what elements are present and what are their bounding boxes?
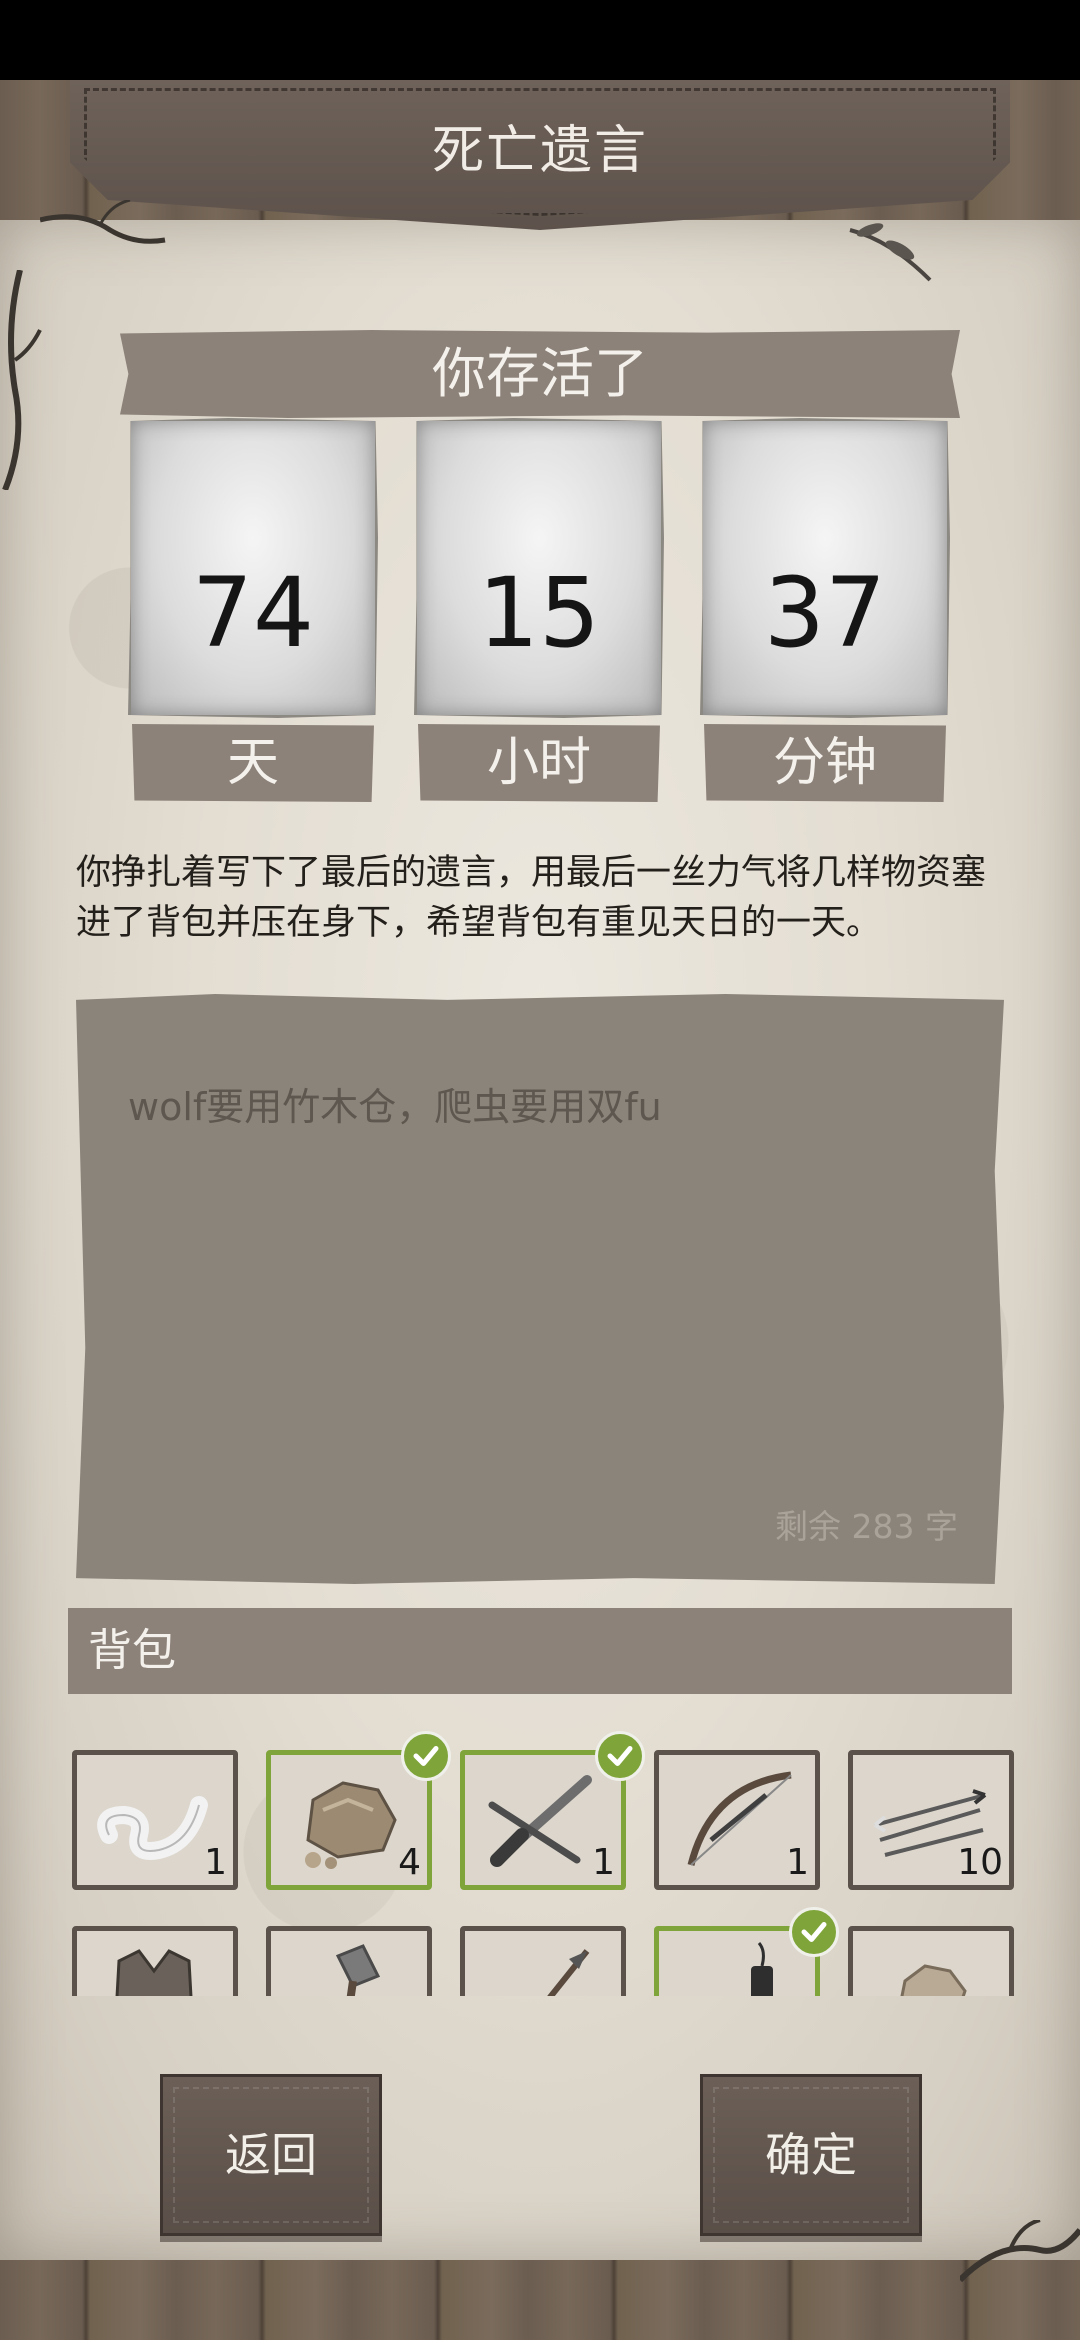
bandage-icon xyxy=(97,1796,208,1860)
item-count: 1 xyxy=(204,1842,227,1883)
leaf-decoration-top-right xyxy=(849,223,932,282)
branch-decoration-bottom-right xyxy=(960,2220,1080,2283)
check-icon xyxy=(401,1731,451,1781)
last-words-text: wolf要用竹木仓，爬虫要用双fu xyxy=(128,1085,662,1129)
minutes-card: 37 分钟 xyxy=(696,418,954,808)
backpack-header: 背包 xyxy=(68,1608,1012,1694)
item-slot[interactable] xyxy=(266,1926,432,1996)
description-text: 你挣扎着写下了最后的遗言，用最后一丝力气将几样物资塞进了背包并压在身下，希望背包… xyxy=(76,853,987,943)
item-count: 10 xyxy=(957,1842,1003,1883)
item-slot[interactable] xyxy=(848,1926,1014,1996)
hours-unit: 小时 xyxy=(418,724,660,802)
backpack-grid[interactable]: 1 4 1 1 10 xyxy=(60,1718,1020,1996)
axe-icon xyxy=(335,1944,381,1996)
check-icon xyxy=(595,1731,645,1781)
branch-decoration-top-left xyxy=(40,200,166,244)
back-button[interactable]: 返回 xyxy=(160,2074,382,2236)
item-slot[interactable]: 1 xyxy=(72,1750,238,1890)
check-icon xyxy=(789,1907,839,1957)
days-card: 74 天 xyxy=(124,418,382,808)
item-slot[interactable] xyxy=(460,1926,626,1996)
item-slot[interactable] xyxy=(654,1907,839,1996)
branch-decoration-left xyxy=(2,270,42,490)
item-slot[interactable]: 4 xyxy=(266,1731,451,1890)
item-slot[interactable]: 1 xyxy=(654,1750,820,1890)
item-slot[interactable]: 1 xyxy=(460,1731,645,1890)
item-count: 1 xyxy=(786,1842,809,1883)
last-words-textarea[interactable]: wolf要用竹木仓，爬虫要用双fu 剩余 283 字 xyxy=(76,994,1004,1584)
status-bar xyxy=(0,0,1080,80)
survived-banner: 你存活了 xyxy=(120,330,960,418)
stone-icon xyxy=(305,1781,397,1869)
crossbow-icon xyxy=(488,1775,592,1867)
minutes-unit: 分钟 xyxy=(704,724,946,802)
item-count: 1 xyxy=(592,1842,615,1883)
hide-icon xyxy=(900,1964,967,1996)
vest-icon xyxy=(115,1949,193,1996)
item-slot[interactable] xyxy=(72,1926,238,1996)
days-unit: 天 xyxy=(132,724,374,802)
item-count: 4 xyxy=(398,1842,421,1883)
spear-icon xyxy=(547,1949,590,1996)
hours-card: 15 小时 xyxy=(410,418,668,808)
page-title: 死亡遗言 xyxy=(431,121,648,181)
dynamite-icon xyxy=(751,1942,773,1996)
bow-icon xyxy=(687,1771,792,1866)
confirm-button[interactable]: 确定 xyxy=(700,2074,922,2236)
item-slot[interactable]: 10 xyxy=(848,1750,1014,1890)
remaining-chars: 剩余 283 字 xyxy=(775,1507,958,1546)
